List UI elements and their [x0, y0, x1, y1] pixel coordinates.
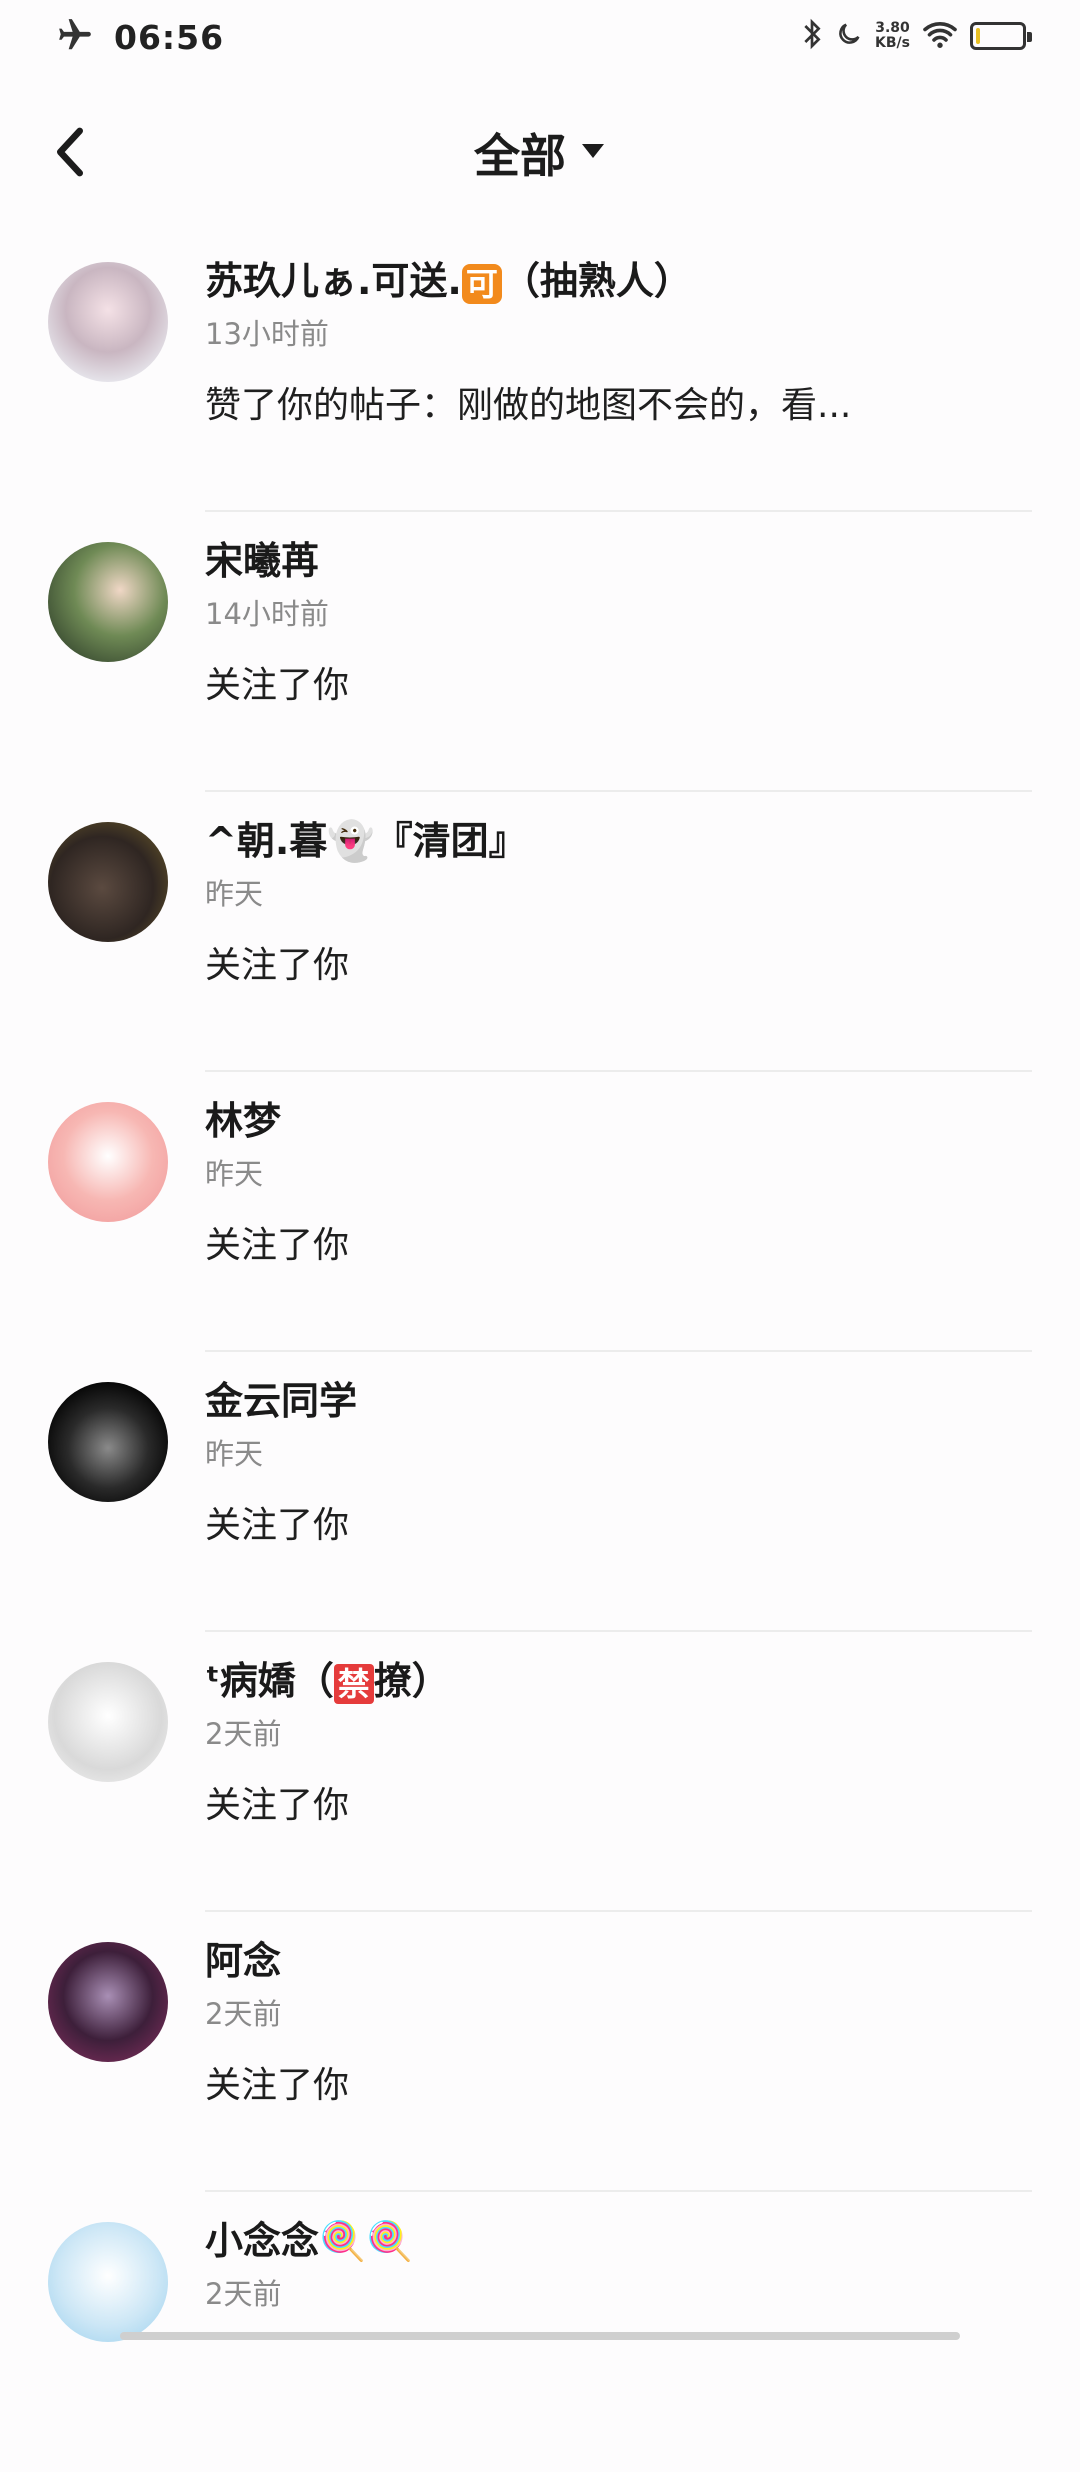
caret-down-icon: [580, 142, 606, 164]
status-time: 06:56: [114, 17, 225, 57]
wifi-icon: [922, 19, 958, 53]
user-name: ^朝.暮👻『清团』: [205, 819, 527, 863]
user-name: 苏玖儿ぁ.可送. 可（抽熟人）: [205, 254, 1032, 308]
avatar[interactable]: [48, 822, 168, 942]
user-badge: 禁: [333, 1663, 374, 1704]
net-speed: 3.80 KB/s: [875, 21, 910, 51]
timestamp: 14小时前: [205, 597, 329, 631]
timestamp: 2天前: [205, 1997, 282, 2031]
notification-item[interactable]: 林梦 昨天 关注了你: [0, 1072, 1080, 1352]
filter-dropdown[interactable]: 全部: [0, 120, 1080, 186]
timestamp: 昨天: [205, 877, 264, 911]
home-indicator[interactable]: [120, 2332, 960, 2340]
battery-level: [976, 28, 981, 44]
user-name: 林梦: [205, 1099, 282, 1143]
notification-message: 关注了你: [205, 1505, 350, 1546]
page-title: 全部: [474, 129, 566, 183]
user-name: 金云同学: [205, 1379, 358, 1423]
notification-list: 苏玖儿ぁ.可送. 可（抽熟人） 13小时前 赞了你的帖子：刚做的地图不会的，看..…: [0, 232, 1080, 2472]
notification-item[interactable]: 苏玖儿ぁ.可送. 可（抽熟人） 13小时前 赞了你的帖子：刚做的地图不会的，看..…: [0, 232, 1080, 512]
timestamp: 昨天: [205, 1157, 264, 1191]
avatar[interactable]: [48, 262, 168, 382]
notification-message: 关注了你: [205, 665, 350, 706]
user-name-text: ᵗ病嬌（: [205, 1659, 334, 1703]
avatar[interactable]: [48, 1102, 168, 1222]
notification-message: 关注了你: [205, 2065, 350, 2106]
user-name: 阿念: [205, 1939, 282, 1983]
notification-item[interactable]: ᵗ病嬌（禁撩） 2天前 关注了你: [0, 1632, 1080, 1912]
header: 全部: [0, 100, 1080, 210]
notification-item[interactable]: 阿念 2天前 关注了你: [0, 1912, 1080, 2192]
moon-icon: [835, 20, 863, 52]
avatar[interactable]: [48, 1662, 168, 1782]
battery-icon: [970, 22, 1032, 50]
user-badge: 可: [461, 263, 502, 304]
user-name-suffix: （抽熟人）: [501, 259, 692, 303]
avatar[interactable]: [48, 1382, 168, 1502]
user-name: ᵗ病嬌（禁撩）: [205, 1654, 1032, 1708]
avatar[interactable]: [48, 1942, 168, 2062]
avatar[interactable]: [48, 542, 168, 662]
net-speed-value: 3.80: [875, 20, 910, 36]
avatar[interactable]: [48, 2222, 168, 2342]
net-speed-unit: KB/s: [875, 35, 910, 51]
status-bar: 06:56 3.80 KB/s: [0, 0, 1080, 80]
notification-item[interactable]: 金云同学 昨天 关注了你: [0, 1352, 1080, 1632]
notification-message: 赞了你的帖子：刚做的地图不会的，看...: [205, 385, 852, 426]
notification-message: 关注了你: [205, 945, 350, 986]
notification-message: 关注了你: [205, 1225, 350, 1266]
timestamp: 13小时前: [205, 317, 329, 351]
timestamp: 2天前: [205, 1717, 282, 1751]
notification-message: 关注了你: [205, 1785, 350, 1826]
user-name: 宋曦苒: [205, 539, 320, 583]
timestamp: 昨天: [205, 1437, 264, 1471]
notification-item[interactable]: 宋曦苒 14小时前 关注了你: [0, 512, 1080, 792]
bluetooth-icon: [801, 18, 823, 54]
notification-item[interactable]: ^朝.暮👻『清团』 昨天 关注了你: [0, 792, 1080, 1072]
user-name-text: 苏玖儿ぁ.可送.: [205, 259, 462, 303]
user-name-suffix: 撩）: [373, 1659, 450, 1703]
timestamp: 2天前: [205, 2277, 282, 2311]
airplane-icon: [56, 16, 94, 58]
notification-message: [205, 2338, 1032, 2394]
user-name: 小念念🍭🍭: [205, 2219, 414, 2263]
